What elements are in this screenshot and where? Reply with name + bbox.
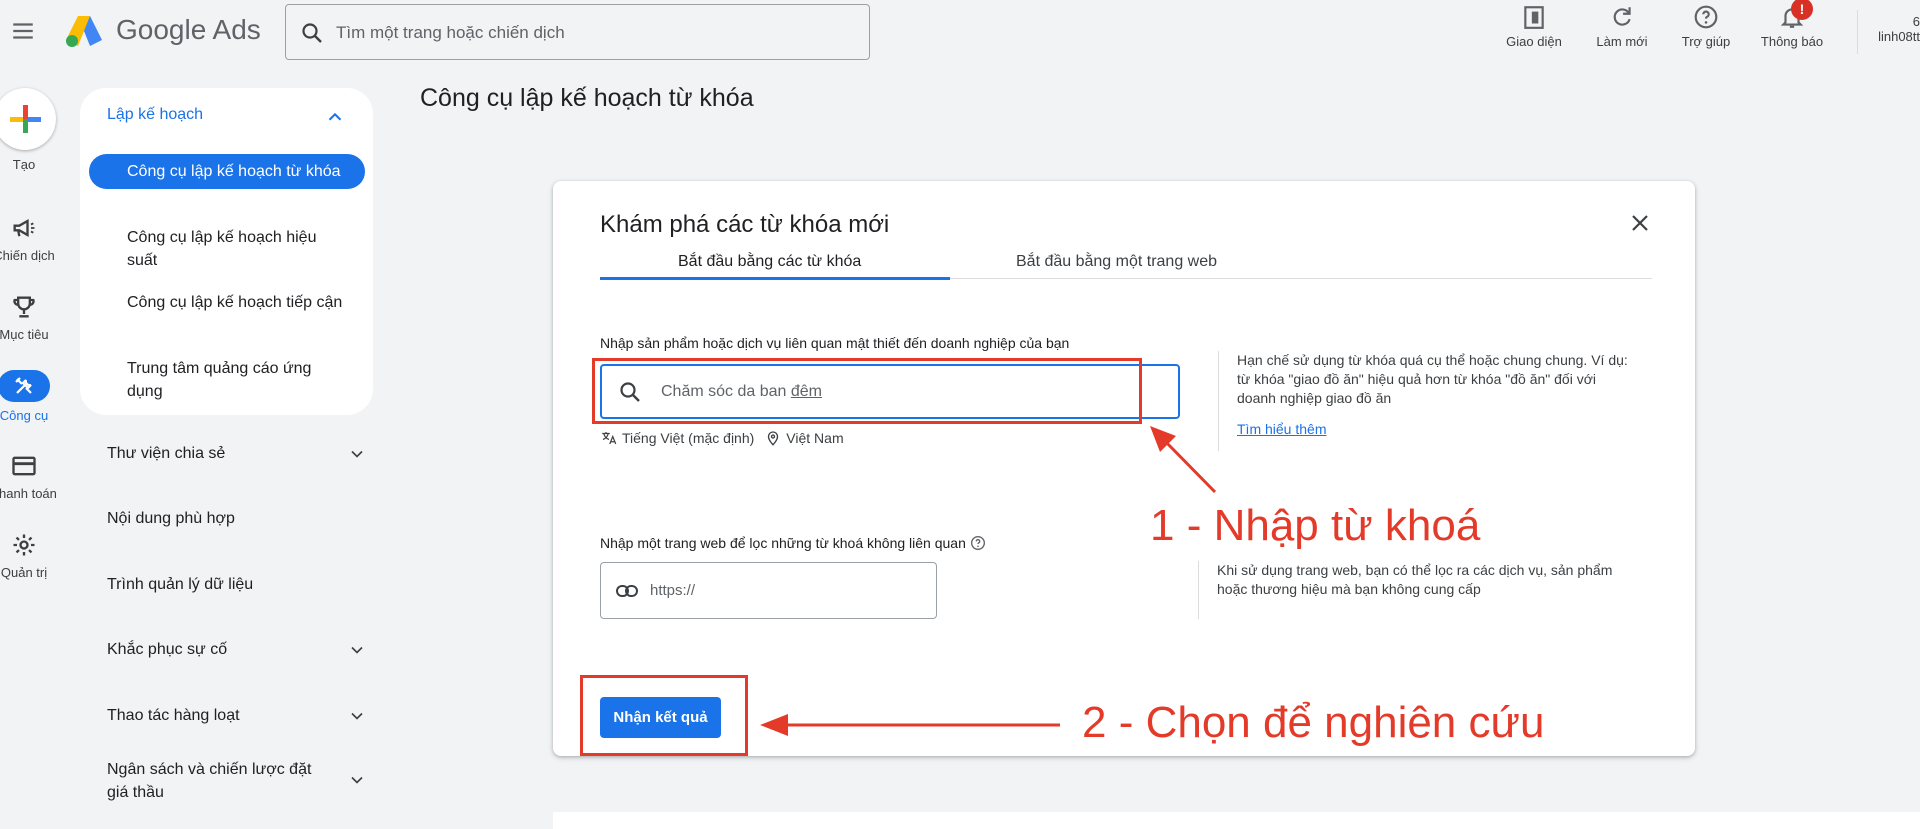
sidebar-item-label: Thư viện chia sẻ: [107, 445, 226, 462]
logo-text: Google Ads: [116, 14, 261, 45]
tab-start-with-keywords[interactable]: Bắt đầu bằng các từ khóa: [678, 253, 861, 279]
rail-label: Mục tiêu: [0, 327, 49, 342]
page-title: Công cụ lập kế hoạch từ khóa: [420, 84, 754, 112]
tab-bar: Bắt đầu bằng các từ khóa Bắt đầu bằng mộ…: [600, 253, 1652, 280]
sidebar-item-troubleshooting[interactable]: Khắc phục sự cố: [107, 638, 367, 661]
megaphone-icon: [13, 218, 35, 238]
rail-label: Chiến dịch: [0, 248, 55, 263]
rail-create-label: Tạo: [12, 157, 36, 172]
url-label-text: Nhập một trang web để lọc những từ khoá …: [600, 535, 966, 551]
rail-item-billing[interactable]: Thanh toán: [0, 452, 58, 501]
search-icon: [302, 23, 322, 43]
sidebar-item-label: Thao tác hàng loạt: [107, 707, 240, 724]
link-icon: [616, 585, 638, 597]
keyword-hint: Hạn chế sử dụng từ khóa quá cụ thể hoặc …: [1218, 351, 1638, 451]
notifications-button[interactable]: ! Thông báo: [1752, 0, 1832, 64]
rail-label: Công cụ: [0, 408, 49, 423]
rail-item-tools[interactable]: Công cụ: [0, 370, 58, 423]
help-button[interactable]: Trợ giúp: [1668, 0, 1744, 64]
trophy-icon: [13, 296, 35, 318]
rail-label: Thanh toán: [0, 486, 57, 501]
learn-more-link[interactable]: Tìm hiểu thêm: [1237, 420, 1638, 439]
chevron-down-icon: [351, 712, 363, 720]
sidebar-item-app-ads-hub[interactable]: Trung tâm quảng cáo ứng dụng: [89, 351, 365, 409]
sidebar-item-label: Nội dung phù hợp: [107, 510, 235, 527]
sidebar-item-shared-library[interactable]: Thư viện chia sẻ: [107, 442, 367, 465]
refresh-label: Làm mới: [1596, 34, 1648, 49]
sidebar-item-budgets-bidding[interactable]: Ngân sách và chiến lược đặt giá thầu: [107, 758, 367, 804]
refresh-button[interactable]: Làm mới: [1584, 0, 1660, 64]
location-pin-icon[interactable]: [764, 429, 782, 447]
sidebar-item-performance-planner[interactable]: Công cụ lập kế hoạch hiệu suất: [89, 220, 365, 278]
appearance-icon: [1524, 6, 1544, 29]
url-input[interactable]: https://: [600, 562, 937, 619]
sidebar-item-content-suitability[interactable]: Nội dung phù hợp: [107, 507, 367, 530]
close-icon[interactable]: [1628, 211, 1652, 235]
url-placeholder: https://: [650, 582, 696, 599]
chevron-down-icon: [351, 776, 363, 784]
card-icon: [12, 456, 36, 476]
annotation-step1: 1 - Nhập từ khoá: [1150, 501, 1481, 550]
notification-badge: !: [1791, 0, 1813, 20]
sidebar-item-bulk-actions[interactable]: Thao tác hàng loạt: [107, 704, 367, 727]
chevron-down-icon: [351, 646, 363, 654]
sidebar-item-label: Trình quản lý dữ liệu: [107, 576, 254, 593]
appearance-label: Giao diện: [1506, 34, 1562, 49]
help-circle-icon[interactable]: [970, 535, 986, 551]
url-field-label: Nhập một trang web để lọc những từ khoá …: [600, 535, 986, 551]
discover-keywords-card: Khám phá các từ khóa mới Bắt đầu bằng cá…: [553, 181, 1695, 756]
plus-icon: [10, 105, 41, 133]
hamburger-menu-icon[interactable]: [10, 18, 36, 44]
next-card-edge: [553, 812, 1920, 829]
keyword-field-label: Nhập sản phẩm hoặc dịch vụ liên quan mật…: [600, 335, 1070, 351]
sidebar-item-data-manager[interactable]: Trình quản lý dữ liệu: [107, 573, 367, 596]
card-title: Khám phá các từ khóa mới: [600, 211, 890, 238]
active-pill: [0, 370, 50, 402]
tools-icon: [15, 377, 32, 394]
targeting-row: Tiếng Việt (mặc định) Việt Nam: [600, 429, 844, 447]
active-tab-indicator: [600, 277, 950, 280]
url-hint: Khi sử dụng trang web, bạn có thể lọc ra…: [1198, 561, 1638, 619]
top-bar: Google Ads Giao diện Làm mới Trợ giúp ! …: [0, 0, 1920, 64]
account-line1: 6: [1912, 14, 1920, 29]
refresh-icon: [1613, 7, 1631, 26]
chevron-down-icon: [351, 450, 363, 458]
translate-icon[interactable]: [600, 429, 618, 447]
planning-heading[interactable]: Lập kế hoạch: [107, 106, 203, 124]
annotation-step2: 2 - Chọn để nghiên cứu: [1082, 698, 1545, 747]
help-label: Trợ giúp: [1681, 34, 1731, 49]
rail-item-admin[interactable]: Quản trị: [0, 531, 58, 580]
help-icon: [1694, 5, 1718, 29]
gear-icon: [13, 534, 35, 556]
rail-item-campaigns[interactable]: Chiến dịch: [0, 214, 58, 263]
search-input[interactable]: [336, 19, 836, 47]
sidebar-item-label: Ngân sách và chiến lược đặt giá thầu: [107, 761, 312, 801]
sidebar-item-keyword-planner[interactable]: Công cụ lập kế hoạch từ khóa: [89, 154, 365, 189]
account-switcher[interactable]: 6 linh08tt: [1870, 14, 1920, 44]
sidebar-item-label: Khắc phục sự cố: [107, 641, 228, 658]
tab-start-with-website[interactable]: Bắt đầu bằng một trang web: [1016, 253, 1217, 279]
location-value[interactable]: Việt Nam: [786, 430, 843, 446]
chevron-up-icon[interactable]: [324, 106, 346, 128]
create-button[interactable]: [0, 88, 56, 150]
planning-group: Lập kế hoạch Công cụ lập kế hoạch từ khó…: [80, 88, 373, 415]
annotation-box-submit: [580, 675, 748, 756]
rail-label: Quản trị: [0, 565, 48, 580]
header-divider: [1857, 10, 1858, 54]
annotation-box-keyword: [592, 358, 1142, 424]
account-line2: linh08tt: [1878, 29, 1920, 44]
global-search[interactable]: [285, 4, 870, 60]
google-ads-logo[interactable]: [64, 14, 104, 48]
appearance-button[interactable]: Giao diện: [1496, 0, 1572, 64]
notifications-label: Thông báo: [1760, 34, 1824, 49]
language-value[interactable]: Tiếng Việt (mặc định): [622, 430, 754, 446]
keyword-hint-text: Hạn chế sử dụng từ khóa quá cụ thể hoặc …: [1237, 352, 1628, 406]
rail-item-goals[interactable]: Mục tiêu: [0, 293, 58, 342]
sidebar-item-reach-planner[interactable]: Công cụ lập kế hoạch tiếp cận: [89, 285, 365, 320]
